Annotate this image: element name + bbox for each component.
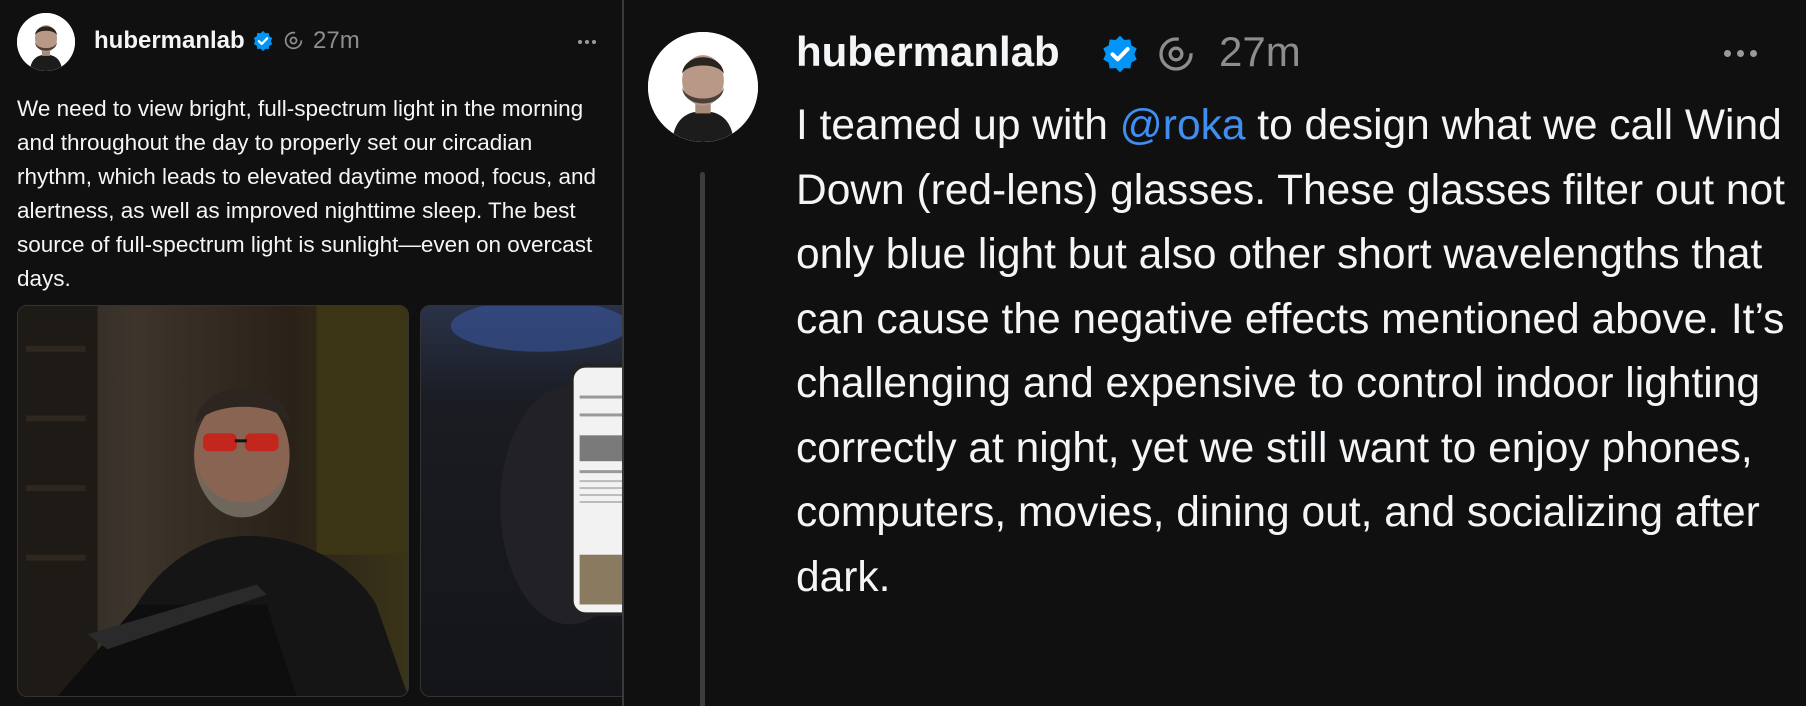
username[interactable]: hubermanlab [796, 28, 1060, 76]
post-text: I teamed up with @roka to design what we… [796, 94, 1796, 610]
more-options-icon[interactable] [578, 40, 596, 44]
timestamp: 27m [313, 27, 360, 54]
verified-badge-icon [1100, 34, 1140, 74]
threads-icon [283, 30, 304, 51]
post-photo-man-with-red-glasses[interactable] [17, 305, 409, 697]
threads-icon [1156, 34, 1196, 74]
thread-connector-line [700, 172, 705, 706]
mention-link[interactable]: @roka [1120, 102, 1246, 149]
right-post: hubermanlab 27m I teamed up with @roka t… [624, 0, 1806, 706]
more-options-icon[interactable] [1724, 50, 1757, 57]
timestamp: 27m [1219, 28, 1301, 75]
post-text: We need to view bright, full-spectrum li… [17, 96, 597, 291]
post-text-suffix: to design what we call Wind Down (red-le… [796, 102, 1785, 601]
username[interactable]: hubermanlab [94, 27, 245, 55]
verified-badge-icon [252, 30, 274, 52]
post-photo-phone[interactable] [420, 305, 622, 697]
post-text-prefix: I teamed up with [796, 102, 1120, 149]
avatar[interactable] [17, 13, 75, 71]
left-post: hubermanlab 27m We need to view bright, … [0, 0, 622, 706]
avatar[interactable] [648, 32, 758, 142]
